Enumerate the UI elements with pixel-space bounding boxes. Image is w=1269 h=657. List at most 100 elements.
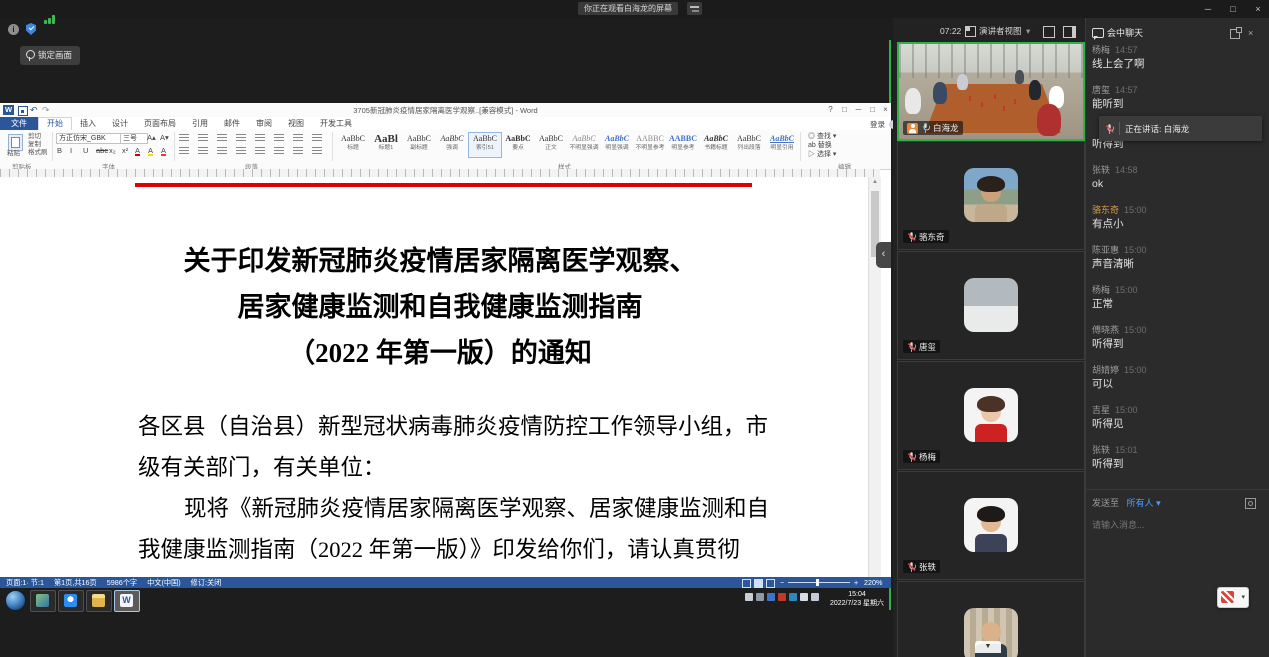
format-painter-button[interactable]: 格式刷 bbox=[28, 149, 48, 157]
style-标题1[interactable]: AaBl标题1 bbox=[369, 132, 403, 158]
paragraph-tool-icon[interactable] bbox=[255, 147, 265, 156]
widget-caret-icon[interactable]: ▾ bbox=[1241, 593, 1245, 602]
font-tool-icon-6[interactable]: A bbox=[135, 145, 140, 156]
font-name-select[interactable]: 方正仿宋_GBK bbox=[56, 133, 122, 144]
paragraph-tool-icon[interactable] bbox=[236, 147, 246, 156]
font-tool-icon-0[interactable]: B bbox=[57, 145, 62, 156]
tab-视图[interactable]: 视图 bbox=[280, 117, 312, 130]
style-要点[interactable]: AaBbC要点 bbox=[501, 132, 535, 158]
paragraph-tool-icon[interactable] bbox=[255, 134, 265, 143]
style-副标题[interactable]: AaBbC副标题 bbox=[402, 132, 436, 158]
font-tool-icon-1[interactable]: I bbox=[70, 145, 72, 156]
word-minimize-button[interactable]: ─ bbox=[852, 103, 865, 116]
meeting-float-widget[interactable]: ▾ bbox=[1217, 587, 1249, 608]
switch-view-icon[interactable] bbox=[687, 2, 702, 15]
paragraph-tool-icon[interactable] bbox=[312, 134, 322, 143]
close-chat-icon[interactable]: × bbox=[1248, 25, 1253, 41]
ribbon-options-icon[interactable]: □ bbox=[838, 103, 851, 116]
tab-开始[interactable]: 开始 bbox=[38, 117, 72, 131]
status-segment[interactable]: 页面:1· 节:1 bbox=[6, 578, 44, 587]
style-正文[interactable]: AaBbC正文 bbox=[534, 132, 568, 158]
sign-in-link[interactable]: 登录 bbox=[870, 119, 885, 130]
style-索引51[interactable]: AaBbC索引51 bbox=[468, 132, 502, 158]
taskbar-clock[interactable]: 15:04 2022/7/23 星期六 bbox=[828, 590, 886, 608]
paragraph-tool-icon[interactable] bbox=[274, 134, 284, 143]
find-button[interactable]: ◎ 查找 ▾ bbox=[808, 132, 836, 141]
tab-邮件[interactable]: 邮件 bbox=[216, 117, 248, 130]
style-列出段落[interactable]: AaBbC列出段落 bbox=[732, 132, 766, 158]
style-标题[interactable]: AaBbC标题 bbox=[336, 132, 370, 158]
zoom-slider-knob[interactable] bbox=[816, 579, 819, 586]
participant-tile[interactable]: 杨梅 bbox=[897, 361, 1085, 470]
style-明显参考[interactable]: AABBC明显参考 bbox=[666, 132, 700, 158]
status-segment[interactable]: 中文(中国) bbox=[147, 578, 181, 587]
style-书籍标题[interactable]: AaBbC书籍标题 bbox=[699, 132, 733, 158]
status-segment[interactable]: 第1页,共16页 bbox=[54, 578, 97, 587]
tray-network-icon[interactable] bbox=[800, 593, 808, 601]
view-mode-dropdown-icon[interactable]: ▾ bbox=[1026, 22, 1030, 40]
info-icon[interactable]: i bbox=[8, 24, 19, 35]
help-icon[interactable]: ? bbox=[824, 103, 837, 116]
fullscreen-icon[interactable] bbox=[1043, 26, 1055, 38]
paragraph-tool-icon[interactable] bbox=[198, 134, 208, 143]
pin-view-button[interactable]: 锁定画面 bbox=[20, 46, 80, 65]
file-explorer[interactable] bbox=[86, 590, 112, 612]
tray-ime-icon[interactable] bbox=[789, 593, 797, 601]
tray-hidden-icons-arrow[interactable] bbox=[756, 593, 764, 601]
word-taskbar-button[interactable]: W bbox=[114, 590, 140, 612]
paste-icon[interactable] bbox=[8, 134, 23, 151]
send-to-selector[interactable]: 所有人 bbox=[1127, 498, 1154, 508]
send-to-dropdown-icon[interactable]: ▾ bbox=[1156, 498, 1161, 508]
close-button[interactable]: × bbox=[1246, 0, 1269, 18]
scroll-up-icon[interactable]: ▲ bbox=[872, 179, 878, 185]
font-tool-icon-7[interactable]: A bbox=[148, 145, 153, 156]
paragraph-tool-icon[interactable] bbox=[293, 147, 303, 156]
paragraph-tool-icon[interactable] bbox=[274, 147, 284, 156]
popout-chat-icon[interactable] bbox=[1230, 29, 1240, 39]
view-mode-button[interactable]: 演讲者视图 bbox=[979, 22, 1022, 40]
read-mode-icon[interactable] bbox=[742, 579, 751, 588]
panel-collapse-handle[interactable]: ‹ bbox=[876, 242, 891, 268]
tab-引用[interactable]: 引用 bbox=[184, 117, 216, 130]
maximize-button[interactable]: □ bbox=[1221, 0, 1245, 18]
zoom-in-icon[interactable]: + bbox=[854, 577, 858, 588]
tray-volume-icon[interactable] bbox=[811, 593, 819, 601]
document-page[interactable]: 关于印发新冠肺炎疫情居家隔离医学观察、居家健康监测和自我健康监测指南（2022 … bbox=[0, 177, 880, 580]
font-size-select[interactable]: 三号 bbox=[120, 133, 148, 144]
print-layout-icon[interactable] bbox=[754, 579, 763, 588]
paragraph-tool-icon[interactable] bbox=[179, 134, 189, 143]
vertical-scrollbar[interactable]: ▲ bbox=[868, 177, 881, 580]
cut-button[interactable]: 剪切 bbox=[28, 133, 41, 141]
web-layout-icon[interactable] bbox=[766, 579, 775, 588]
start-button[interactable] bbox=[5, 590, 26, 611]
sidebar-layout-icon[interactable] bbox=[1063, 26, 1076, 38]
grow-font-icon[interactable]: A▴ bbox=[147, 132, 156, 143]
zoom-out-icon[interactable]: − bbox=[780, 577, 784, 588]
font-tool-icon-3[interactable]: abc bbox=[96, 145, 108, 156]
screenshot-icon[interactable] bbox=[1245, 498, 1256, 509]
copy-button[interactable]: 复制 bbox=[28, 141, 41, 149]
select-button[interactable]: ▷ 选择 ▾ bbox=[808, 150, 836, 159]
style-强调[interactable]: AaBbC强调 bbox=[435, 132, 469, 158]
word-close-button[interactable]: × bbox=[879, 103, 892, 116]
tray-audio-icon[interactable] bbox=[778, 593, 786, 601]
active-speaker-video[interactable]: 白海龙 bbox=[897, 42, 1085, 141]
font-tool-icon-8[interactable]: A bbox=[161, 145, 166, 156]
scroll-down-indicator[interactable]: ▼ bbox=[975, 641, 1001, 653]
app-messenger[interactable] bbox=[58, 590, 84, 612]
paragraph-tool-icon[interactable] bbox=[236, 134, 246, 143]
paste-label[interactable]: 粘贴 bbox=[7, 150, 20, 158]
paragraph-tool-icon[interactable] bbox=[217, 147, 227, 156]
minimize-button[interactable]: ─ bbox=[1196, 0, 1220, 18]
chat-message-list[interactable]: 杨梅14:57线上会了啊唐玺14:57能听到 听得到张轶14:58ok骆东奇15… bbox=[1092, 44, 1260, 484]
tab-插入[interactable]: 插入 bbox=[72, 117, 104, 130]
font-tool-icon-4[interactable]: x₂ bbox=[109, 145, 116, 156]
app-media[interactable] bbox=[30, 590, 56, 612]
font-tool-icon-2[interactable]: U bbox=[83, 145, 88, 156]
style-明显强调[interactable]: AaBbC明显强调 bbox=[600, 132, 634, 158]
style-不明显参考[interactable]: AABBC不明显参考 bbox=[633, 132, 667, 158]
chat-input[interactable]: 请输入消息... bbox=[1092, 518, 1262, 531]
participant-tile[interactable]: 张轶 bbox=[897, 471, 1085, 580]
replace-button[interactable]: ab 替换 bbox=[808, 141, 832, 150]
style-不明显强调[interactable]: AaBbC不明显强调 bbox=[567, 132, 601, 158]
